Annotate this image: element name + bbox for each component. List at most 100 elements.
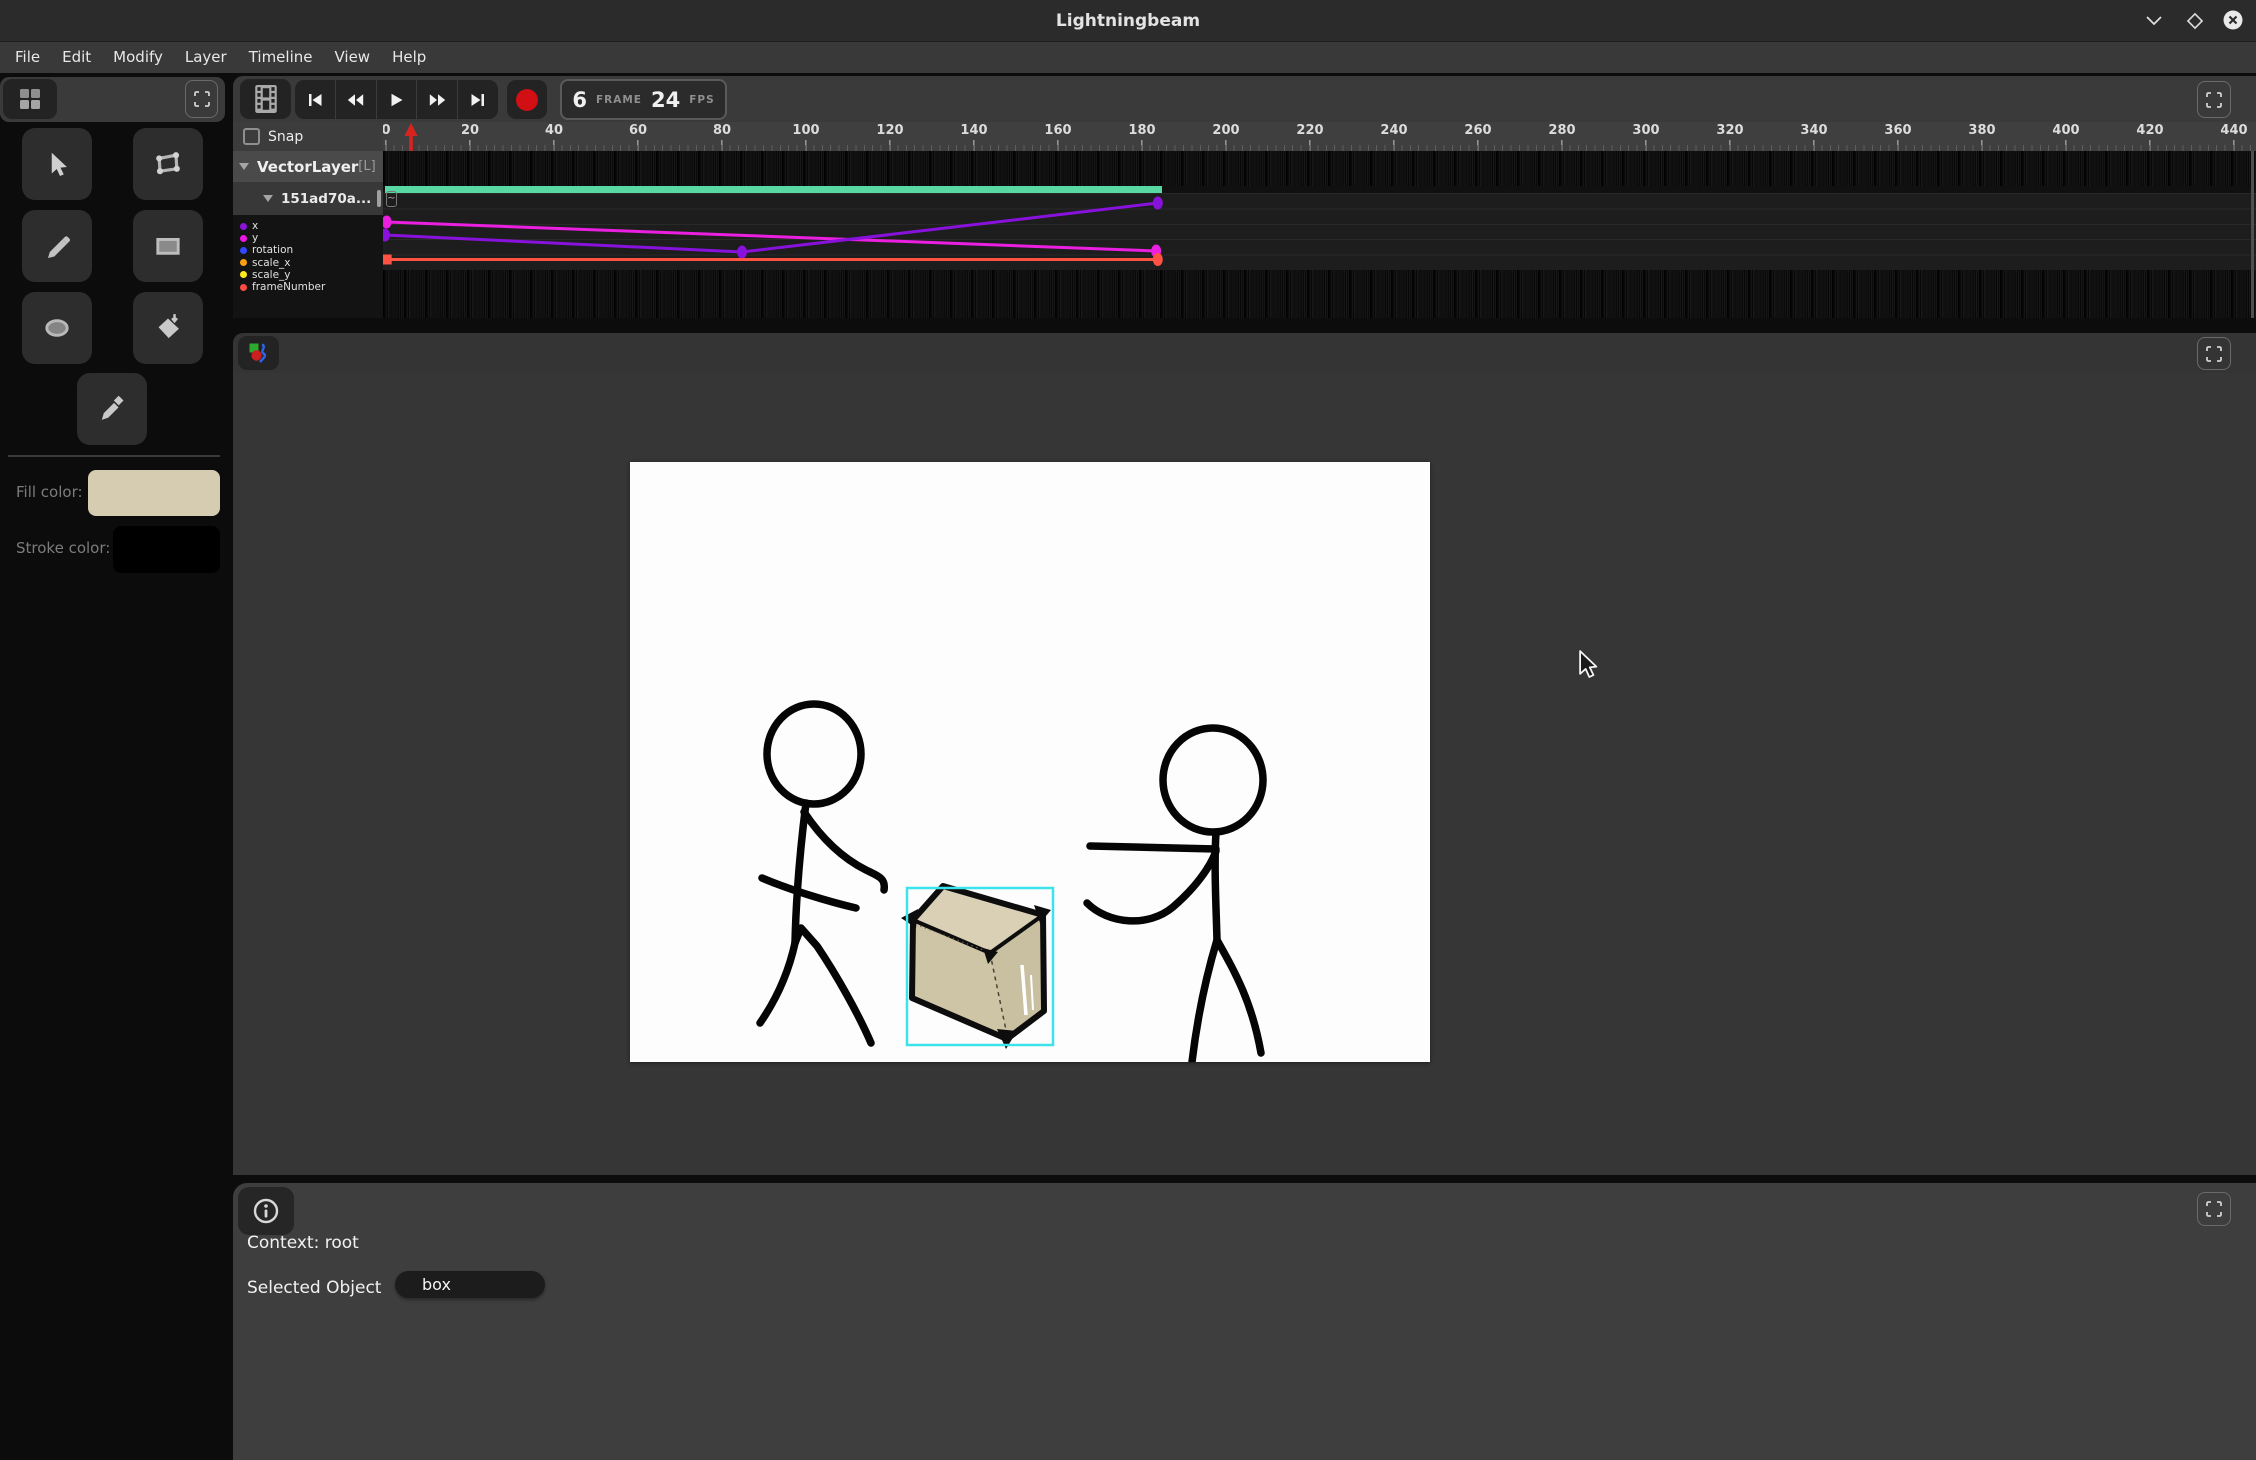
timeline-expand-button[interactable] xyxy=(2197,81,2231,118)
object-ease-button[interactable]: ~ xyxy=(386,191,396,207)
ruler-label-440: 440 xyxy=(2220,123,2247,138)
transform-tool-button[interactable] xyxy=(133,128,203,200)
layer-badge: [L] xyxy=(358,159,375,174)
stage[interactable] xyxy=(630,462,1430,1062)
collapse-triangle-icon[interactable] xyxy=(263,195,273,202)
frame-label: FRAME xyxy=(596,94,642,106)
menu-item-modify[interactable]: Modify xyxy=(102,42,174,73)
paint-bucket-icon xyxy=(152,312,184,344)
stick-figure-left xyxy=(760,704,884,1043)
property-row-rotation[interactable]: rotation xyxy=(233,244,383,256)
menu-item-layer[interactable]: Layer xyxy=(174,42,238,73)
info-button[interactable] xyxy=(238,1187,294,1235)
ruler-label-260: 260 xyxy=(1464,123,1491,138)
expand-icon xyxy=(2206,1201,2222,1217)
ruler-label-120: 120 xyxy=(876,123,903,138)
ruler-label-40: 40 xyxy=(545,123,563,138)
stage-drawing xyxy=(630,462,1430,1062)
property-dot-icon xyxy=(240,259,247,266)
curve-x-keyframe[interactable] xyxy=(383,229,390,242)
record-button[interactable] xyxy=(507,80,547,119)
playhead[interactable] xyxy=(404,122,418,151)
film-button[interactable] xyxy=(240,79,291,119)
curve-x-keyframe[interactable] xyxy=(1153,197,1163,210)
skip-to-start-button[interactable] xyxy=(295,80,335,119)
expand-icon xyxy=(194,91,210,107)
timeline-ruler[interactable]: Snap 02040608010012014016018020022024026… xyxy=(233,122,2256,151)
canvas-shapes-button[interactable] xyxy=(238,336,279,370)
menu-item-edit[interactable]: Edit xyxy=(51,42,102,73)
ellipse-icon xyxy=(41,312,73,344)
eyedropper-icon xyxy=(97,394,127,424)
property-dot-icon xyxy=(240,247,247,254)
fill-swatch[interactable] xyxy=(88,470,220,516)
ruler-label-180: 180 xyxy=(1128,123,1155,138)
snap-checkbox[interactable] xyxy=(243,128,260,145)
stroke-swatch[interactable] xyxy=(113,526,220,573)
ruler-label-220: 220 xyxy=(1296,123,1323,138)
close-icon[interactable] xyxy=(2222,9,2244,31)
property-row-scale_y[interactable]: scale_y xyxy=(233,269,383,281)
menu-item-timeline[interactable]: Timeline xyxy=(238,42,324,73)
fast-forward-button[interactable] xyxy=(416,80,457,119)
selected-box-object[interactable] xyxy=(901,886,1053,1049)
layer-row-object[interactable]: 151ad70a... ~ xyxy=(233,182,383,215)
rectangle-tool-button[interactable] xyxy=(133,210,203,282)
property-row-x[interactable]: x xyxy=(233,220,383,232)
object-swatch-button[interactable] xyxy=(377,190,381,207)
record-icon xyxy=(516,89,538,111)
menu-item-view[interactable]: View xyxy=(323,42,381,73)
canvas-expand-button[interactable] xyxy=(2197,337,2231,370)
select-arrow-icon xyxy=(42,149,72,179)
snap-label: Snap xyxy=(268,129,303,145)
grid-layout-button[interactable] xyxy=(3,79,57,119)
skip-to-end-button[interactable] xyxy=(457,80,498,119)
layer-row-vectorlayer[interactable]: VectorLayer [L] xyxy=(233,151,383,182)
frame-value: 6 xyxy=(572,88,587,112)
ruler-label-200: 200 xyxy=(1212,123,1239,138)
eyedropper-tool-button[interactable] xyxy=(77,373,147,445)
collapse-triangle-icon[interactable] xyxy=(239,163,249,170)
canvas-workspace[interactable] xyxy=(233,373,2256,1175)
property-name: frameNumber xyxy=(252,281,325,293)
minimize-icon[interactable] xyxy=(2143,10,2165,32)
inspector-expand-button[interactable] xyxy=(2197,1192,2231,1226)
curve-frameNumber-keyframe[interactable] xyxy=(1153,253,1163,266)
timeline-scrollbar[interactable] xyxy=(2251,151,2254,318)
property-name: x xyxy=(252,220,258,232)
property-name: y xyxy=(252,232,258,244)
rewind-button[interactable] xyxy=(335,80,376,119)
curve-frameNumber-keyframe[interactable] xyxy=(383,255,392,265)
ruler-scale[interactable]: 0204060801001201401601802002202402602803… xyxy=(383,122,2256,151)
pencil-icon xyxy=(42,231,72,261)
property-dot-icon xyxy=(240,235,247,242)
property-row-frameNumber[interactable]: frameNumber xyxy=(233,281,383,293)
window-title: Lightningbeam xyxy=(0,0,2256,42)
select-tool-button[interactable] xyxy=(22,128,92,200)
property-row-scale_x[interactable]: scale_x xyxy=(233,257,383,269)
layer-span-bar[interactable] xyxy=(385,186,1162,193)
curve-y[interactable] xyxy=(387,222,1156,251)
play-button[interactable] xyxy=(376,80,417,119)
property-row-y[interactable]: y xyxy=(233,232,383,244)
property-name: scale_y xyxy=(252,269,291,281)
curve-x-keyframe[interactable] xyxy=(737,246,747,259)
ellipse-tool-button[interactable] xyxy=(22,292,92,364)
ruler-label-380: 380 xyxy=(1968,123,1995,138)
ruler-label-280: 280 xyxy=(1548,123,1575,138)
bucket-tool-button[interactable] xyxy=(133,292,203,364)
layer-name: VectorLayer xyxy=(257,158,358,176)
frame-fps-display[interactable]: 6 FRAME 24 FPS xyxy=(560,79,727,120)
animation-curves[interactable] xyxy=(383,151,2256,318)
menu-item-help[interactable]: Help xyxy=(381,42,437,73)
menu-item-file[interactable]: File xyxy=(4,42,51,73)
selected-object-input[interactable]: box xyxy=(395,1271,545,1298)
selected-object-value: box xyxy=(422,1275,451,1294)
property-list: xyrotationscale_xscale_yframeNumber xyxy=(233,215,383,318)
tools-expand-button[interactable] xyxy=(185,80,218,118)
maximize-icon[interactable] xyxy=(2184,10,2206,32)
ruler-label-80: 80 xyxy=(713,123,731,138)
pencil-tool-button[interactable] xyxy=(22,210,92,282)
info-icon xyxy=(252,1197,280,1225)
curve-y-keyframe[interactable] xyxy=(383,216,392,229)
